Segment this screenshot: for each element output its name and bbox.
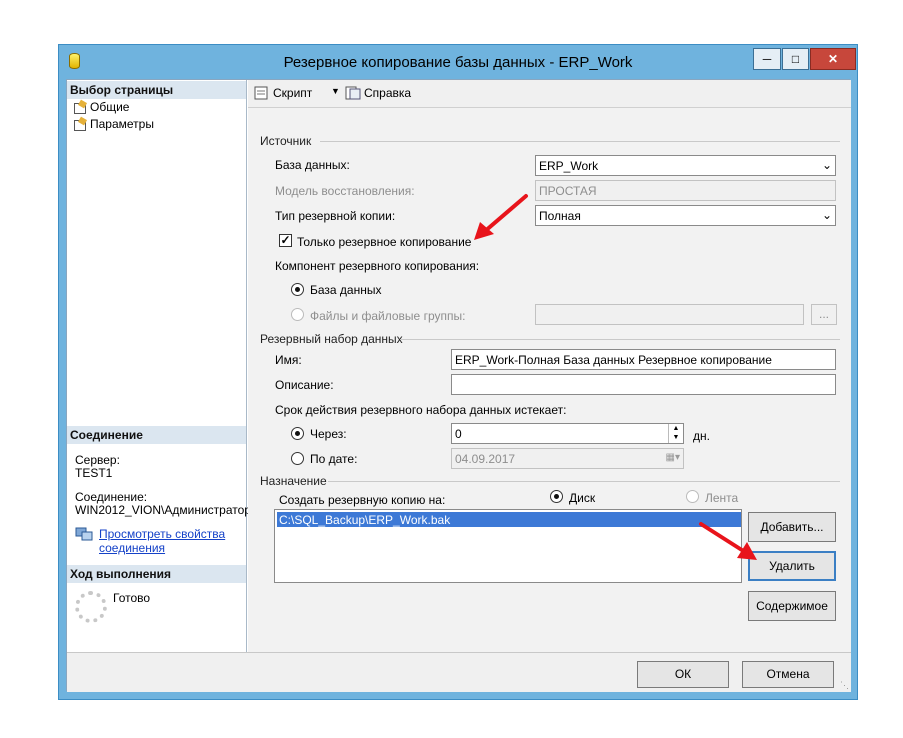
resize-grip-icon[interactable]: ⋱ bbox=[840, 680, 849, 691]
script-dropdown-button[interactable]: ▼ bbox=[331, 86, 340, 96]
help-icon bbox=[345, 86, 361, 100]
progress-spinner-icon bbox=[75, 591, 107, 623]
source-group-label: Источник bbox=[260, 134, 312, 148]
remove-destination-button[interactable]: Удалить bbox=[748, 551, 836, 581]
backup-to-disk-label: Диск bbox=[569, 491, 596, 505]
destination-group-label: Назначение bbox=[260, 474, 327, 488]
page-item-general[interactable]: Общие bbox=[73, 100, 129, 114]
help-label: Справка bbox=[364, 86, 412, 100]
title-bar[interactable]: Резервное копирование базы данных - ERP_… bbox=[59, 45, 857, 79]
page-label-general: Общие bbox=[90, 100, 130, 114]
component-database-label: База данных bbox=[310, 283, 382, 297]
script-label: Скрипт bbox=[273, 86, 313, 100]
destination-files-list[interactable]: C:\SQL_Backup\ERP_Work.bak bbox=[274, 509, 742, 583]
browse-files-button[interactable]: ... bbox=[811, 304, 837, 325]
component-files-radio[interactable] bbox=[291, 308, 304, 321]
progress-header: Ход выполнения bbox=[67, 565, 246, 583]
annotation-arrow-remove-icon bbox=[699, 522, 757, 560]
backup-component-label: Компонент резервного копирования: bbox=[275, 259, 480, 273]
left-pane: Выбор страницы Общие Параметры Соединени… bbox=[67, 80, 251, 652]
dialog-client-area: Выбор страницы Общие Параметры Соединени… bbox=[66, 79, 851, 692]
minimize-button[interactable]: ─ bbox=[753, 48, 781, 70]
backup-set-group-line bbox=[400, 339, 840, 340]
ok-button[interactable]: ОК bbox=[637, 661, 729, 688]
chevron-down-icon: ⌄ bbox=[821, 158, 832, 172]
backup-type-combo[interactable]: Полная ⌄ bbox=[535, 205, 836, 226]
expire-days-value: 0 bbox=[455, 427, 462, 441]
days-spinner[interactable]: ▲ ▼ bbox=[668, 424, 683, 443]
backup-to-label: Создать резервную копию на: bbox=[279, 493, 446, 507]
component-database-radio[interactable] bbox=[291, 283, 304, 296]
add-destination-button[interactable]: Добавить... bbox=[748, 512, 836, 542]
select-page-header: Выбор страницы bbox=[67, 81, 246, 99]
close-icon: ✕ bbox=[827, 52, 839, 66]
expire-on-label: По дате: bbox=[310, 452, 358, 466]
backup-type-label: Тип резервной копии: bbox=[275, 209, 396, 223]
days-unit-label: дн. bbox=[693, 429, 710, 443]
spin-down-icon: ▼ bbox=[672, 434, 680, 441]
connection-value: WIN2012_VION\Администратор bbox=[75, 503, 251, 517]
dropdown-arrow-icon: ▼ bbox=[331, 86, 340, 96]
expire-label: Срок действия резервного набора данных и… bbox=[275, 403, 567, 417]
page-item-options[interactable]: Параметры bbox=[73, 117, 154, 131]
backup-to-tape-label: Лента bbox=[705, 491, 739, 505]
script-icon bbox=[254, 86, 268, 100]
backup-dialog-window: Резервное копирование базы данных - ERP_… bbox=[58, 44, 858, 700]
view-connection-properties-link[interactable]: Просмотреть свойства bbox=[99, 527, 225, 541]
help-button[interactable]: Справка bbox=[345, 86, 411, 100]
right-pane: Скрипт ▼ Справка Источник База данных: E… bbox=[248, 80, 851, 652]
expire-after-label: Через: bbox=[310, 427, 347, 441]
expire-date-value: 04.09.2017 bbox=[455, 452, 516, 466]
source-group-line bbox=[320, 141, 840, 142]
chevron-down-icon: ⌄ bbox=[821, 208, 832, 222]
view-connection-properties-link-2[interactable]: соединения bbox=[99, 541, 165, 555]
toolbar: Скрипт ▼ Справка bbox=[248, 80, 851, 108]
maximize-icon: □ bbox=[791, 52, 800, 66]
checkmark-icon: ✓ bbox=[280, 233, 291, 247]
maximize-button[interactable]: □ bbox=[782, 48, 809, 70]
expire-days-input[interactable]: 0 ▲ ▼ bbox=[451, 423, 684, 444]
recovery-model-value: ПРОСТАЯ bbox=[539, 184, 597, 198]
backup-set-group-label: Резервный набор данных bbox=[260, 332, 403, 346]
script-button[interactable]: Скрипт bbox=[254, 86, 312, 100]
database-value: ERP_Work bbox=[539, 159, 599, 173]
destination-file-item[interactable]: C:\SQL_Backup\ERP_Work.bak bbox=[277, 512, 741, 527]
calendar-icon: ▦▾ bbox=[665, 452, 680, 463]
page-icon bbox=[73, 101, 87, 114]
page-icon bbox=[73, 118, 87, 131]
description-label: Описание: bbox=[275, 378, 334, 392]
server-value: TEST1 bbox=[75, 466, 113, 480]
dialog-footer: ОК Отмена ⋱ bbox=[67, 652, 851, 692]
expire-on-radio[interactable] bbox=[291, 452, 304, 465]
contents-button[interactable]: Содержимое bbox=[748, 591, 836, 621]
backup-to-tape-radio[interactable] bbox=[686, 490, 699, 503]
progress-status: Готово bbox=[113, 591, 151, 605]
copy-only-label: Только резервное копирование bbox=[297, 235, 472, 249]
close-button[interactable]: ✕ bbox=[810, 48, 856, 70]
window-title: Резервное копирование базы данных - ERP_… bbox=[283, 54, 633, 71]
copy-only-checkbox[interactable]: ✓ bbox=[279, 234, 292, 247]
backup-type-value: Полная bbox=[539, 209, 581, 223]
recovery-model-label: Модель восстановления: bbox=[275, 184, 415, 198]
database-combo[interactable]: ERP_Work ⌄ bbox=[535, 155, 836, 176]
minimize-icon: ─ bbox=[762, 52, 772, 66]
backup-to-disk-radio[interactable] bbox=[550, 490, 563, 503]
spin-up-icon: ▲ bbox=[672, 425, 680, 432]
component-files-label: Файлы и файловые группы: bbox=[310, 309, 466, 323]
destination-group-line bbox=[328, 481, 840, 482]
page-label-options: Параметры bbox=[90, 117, 154, 131]
database-label: База данных: bbox=[275, 158, 350, 172]
files-filegroups-field bbox=[535, 304, 804, 325]
cancel-button[interactable]: Отмена bbox=[742, 661, 834, 688]
expire-after-radio[interactable] bbox=[291, 427, 304, 440]
description-input[interactable] bbox=[451, 374, 836, 395]
annotation-arrow-copy-only-icon bbox=[474, 194, 528, 240]
expire-date-picker[interactable]: 04.09.2017 ▦▾ bbox=[451, 448, 684, 469]
connection-properties-icon bbox=[75, 527, 93, 541]
recovery-model-field: ПРОСТАЯ bbox=[535, 180, 836, 201]
backup-name-label: Имя: bbox=[275, 353, 302, 367]
backup-name-input[interactable]: ERP_Work-Полная База данных Резервное ко… bbox=[451, 349, 836, 370]
connection-header: Соединение bbox=[67, 426, 246, 444]
